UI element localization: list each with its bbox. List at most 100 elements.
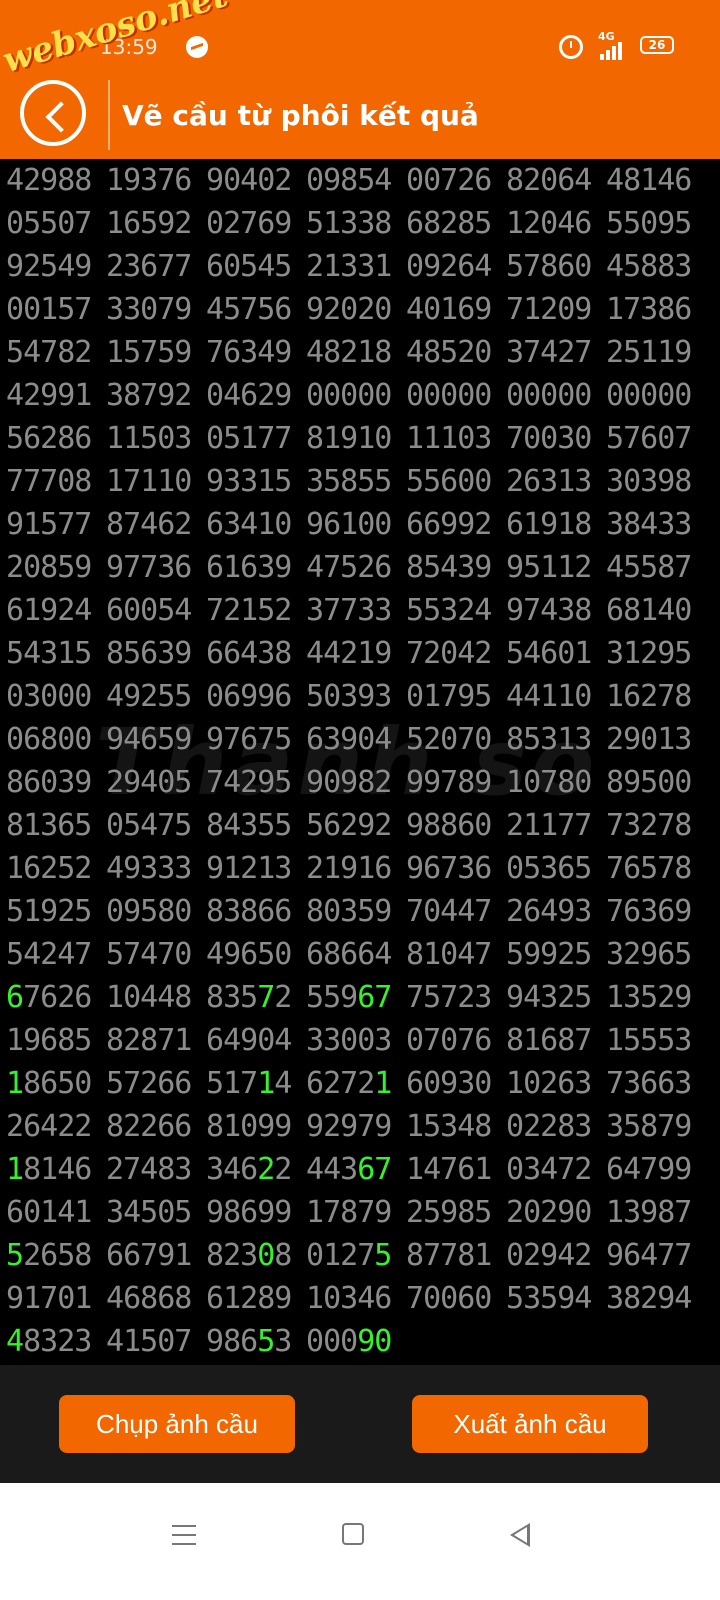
number-cell[interactable]: 95112 [506, 546, 601, 589]
number-cell[interactable]: 85313 [506, 718, 601, 761]
number-cell[interactable]: 63904 [306, 718, 401, 761]
number-cell[interactable]: 35879 [606, 1105, 701, 1148]
number-cell[interactable]: 14761 [406, 1148, 501, 1191]
number-cell[interactable]: 76369 [606, 890, 701, 933]
number-cell[interactable]: 02283 [506, 1105, 601, 1148]
number-cell[interactable]: 30398 [606, 460, 701, 503]
number-cell[interactable]: 85639 [106, 632, 201, 675]
number-cell[interactable]: 55600 [406, 460, 501, 503]
number-cell[interactable]: 00090 [306, 1320, 401, 1363]
number-cell[interactable]: 81099 [206, 1105, 301, 1148]
number-cell[interactable]: 81910 [306, 417, 401, 460]
number-cell[interactable]: 64799 [606, 1148, 701, 1191]
number-cell[interactable]: 02942 [506, 1234, 601, 1277]
number-cell[interactable]: 00157 [6, 288, 101, 331]
number-cell[interactable]: 38433 [606, 503, 701, 546]
number-cell[interactable]: 20859 [6, 546, 101, 589]
number-cell[interactable]: 20290 [506, 1191, 601, 1234]
number-cell[interactable]: 34622 [206, 1148, 301, 1191]
number-cell[interactable]: 17386 [606, 288, 701, 331]
number-cell[interactable]: 17110 [106, 460, 201, 503]
number-cell[interactable]: 04629 [206, 374, 301, 417]
number-cell[interactable]: 68664 [306, 933, 401, 976]
number-cell[interactable]: 01275 [306, 1234, 401, 1277]
number-cell[interactable]: 10346 [306, 1277, 401, 1320]
number-cell[interactable]: 56286 [6, 417, 101, 460]
number-cell[interactable]: 05365 [506, 847, 601, 890]
number-cell[interactable]: 92020 [306, 288, 401, 331]
number-cell[interactable]: 44110 [506, 675, 601, 718]
number-cell[interactable]: 51714 [206, 1062, 301, 1105]
number-cell[interactable]: 57470 [106, 933, 201, 976]
number-cell[interactable]: 31295 [606, 632, 701, 675]
number-cell[interactable]: 09264 [406, 245, 501, 288]
number-cell[interactable]: 26422 [6, 1105, 101, 1148]
number-cell[interactable]: 55095 [606, 202, 701, 245]
number-cell[interactable]: 23677 [106, 245, 201, 288]
number-cell[interactable]: 03000 [6, 675, 101, 718]
number-cell[interactable]: 57266 [106, 1062, 201, 1105]
number-cell[interactable]: 73278 [606, 804, 701, 847]
number-cell[interactable]: 74295 [206, 761, 301, 804]
number-cell[interactable]: 13529 [606, 976, 701, 1019]
number-cell[interactable]: 44219 [306, 632, 401, 675]
number-cell[interactable]: 54247 [6, 933, 101, 976]
number-cell[interactable]: 98699 [206, 1191, 301, 1234]
number-cell[interactable]: 51338 [306, 202, 401, 245]
number-cell[interactable]: 80359 [306, 890, 401, 933]
number-cell[interactable]: 05475 [106, 804, 201, 847]
number-cell[interactable]: 42988 [6, 159, 101, 202]
number-cell[interactable]: 89500 [606, 761, 701, 804]
number-cell[interactable]: 35855 [306, 460, 401, 503]
number-cell[interactable]: 82871 [106, 1019, 201, 1062]
result-grid[interactable]: Thanh so 42988 19376 90402 09854 00726 82064 4… [0, 159, 720, 1365]
number-cell[interactable]: 12046 [506, 202, 601, 245]
number-cell[interactable]: 60141 [6, 1191, 101, 1234]
number-cell[interactable]: 00000 [606, 374, 701, 417]
export-button[interactable]: Xuất ảnh cầu [412, 1395, 648, 1453]
number-cell[interactable]: 60930 [406, 1062, 501, 1105]
number-cell[interactable]: 76349 [206, 331, 301, 374]
number-cell[interactable]: 53594 [506, 1277, 601, 1320]
number-cell[interactable]: 81365 [6, 804, 101, 847]
number-cell[interactable]: 61924 [6, 589, 101, 632]
number-cell[interactable]: 94325 [506, 976, 601, 1019]
number-cell[interactable]: 91213 [206, 847, 301, 890]
number-cell[interactable]: 13987 [606, 1191, 701, 1234]
number-cell[interactable]: 19376 [106, 159, 201, 202]
number-cell[interactable]: 47526 [306, 546, 401, 589]
number-cell[interactable]: 90982 [306, 761, 401, 804]
number-cell[interactable]: 57607 [606, 417, 701, 460]
number-cell[interactable]: 00000 [506, 374, 601, 417]
number-cell[interactable]: 94659 [106, 718, 201, 761]
number-cell[interactable]: 81687 [506, 1019, 601, 1062]
number-cell[interactable]: 83866 [206, 890, 301, 933]
number-cell[interactable]: 29013 [606, 718, 701, 761]
number-cell[interactable]: 11503 [106, 417, 201, 460]
number-cell[interactable]: 16278 [606, 675, 701, 718]
number-cell[interactable]: 10780 [506, 761, 601, 804]
number-cell[interactable]: 86039 [6, 761, 101, 804]
number-cell[interactable]: 01795 [406, 675, 501, 718]
capture-button[interactable]: Chụp ảnh cầu [59, 1395, 295, 1453]
number-cell[interactable]: 09854 [306, 159, 401, 202]
number-cell[interactable]: 77708 [6, 460, 101, 503]
number-cell[interactable]: 32965 [606, 933, 701, 976]
number-cell[interactable]: 48218 [306, 331, 401, 374]
number-cell[interactable]: 19685 [6, 1019, 101, 1062]
number-cell[interactable]: 66992 [406, 503, 501, 546]
number-cell[interactable]: 50393 [306, 675, 401, 718]
home-icon[interactable] [342, 1523, 364, 1545]
number-cell[interactable]: 48323 [6, 1320, 101, 1363]
number-cell[interactable]: 49650 [206, 933, 301, 976]
number-cell[interactable]: 57860 [506, 245, 601, 288]
number-cell[interactable]: 60054 [106, 589, 201, 632]
number-cell[interactable]: 60545 [206, 245, 301, 288]
number-cell[interactable]: 34505 [106, 1191, 201, 1234]
number-cell[interactable]: 17879 [306, 1191, 401, 1234]
number-cell[interactable]: 00726 [406, 159, 501, 202]
number-cell[interactable]: 82064 [506, 159, 601, 202]
number-cell[interactable]: 54601 [506, 632, 601, 675]
number-cell[interactable]: 00000 [406, 374, 501, 417]
number-cell[interactable]: 87781 [406, 1234, 501, 1277]
